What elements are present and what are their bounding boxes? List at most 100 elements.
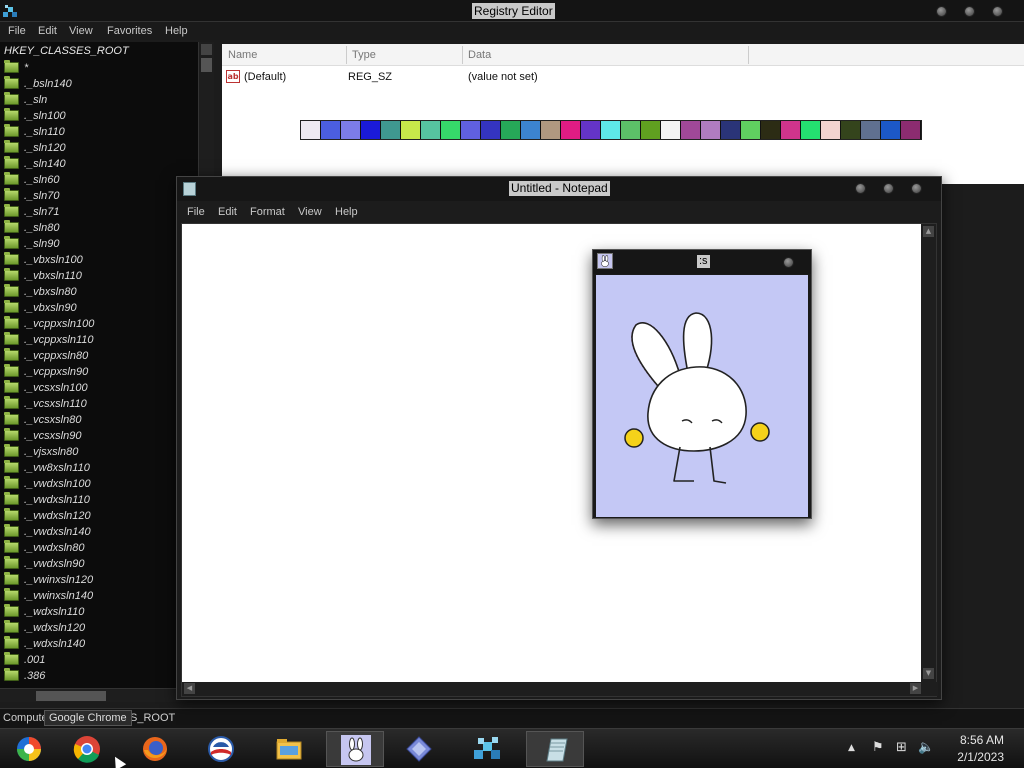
bunny-window-titlebar[interactable]: :s — [593, 250, 811, 274]
tree-item[interactable]: ._vcppxsln100 — [2, 316, 198, 332]
tree-item[interactable]: ._sln140 — [2, 156, 198, 172]
tree-item[interactable]: ._sln90 — [2, 236, 198, 252]
taskbar-button-bunny-app[interactable] — [326, 731, 384, 767]
taskbar-button-google-chrome[interactable] — [58, 731, 116, 767]
tree-item[interactable]: ._vbxsln90 — [2, 300, 198, 316]
tree-item[interactable]: ._sln71 — [2, 204, 198, 220]
menu-help[interactable]: Help — [165, 24, 188, 38]
registry-statusbar: Compute S_ROOT — [0, 708, 1024, 728]
tree-item[interactable]: ._vwdxsln140 — [2, 524, 198, 540]
menu-file[interactable]: File — [8, 24, 26, 38]
minimize-button[interactable] — [936, 6, 947, 17]
menu-view[interactable]: View — [298, 205, 322, 219]
column-data[interactable]: Data — [468, 49, 491, 61]
maximize-button[interactable] — [883, 183, 894, 194]
tree-item[interactable]: ._vcsxsln80 — [2, 412, 198, 428]
tree-item[interactable]: ._vwinxsln120 — [2, 572, 198, 588]
scroll-up-arrow-icon[interactable] — [201, 44, 212, 55]
close-button[interactable] — [911, 183, 922, 194]
clock-date[interactable]: 2/1/2023 — [957, 750, 1004, 764]
tree-item[interactable]: .386 — [2, 668, 198, 684]
taskbar-button-registry-editor[interactable] — [458, 731, 516, 767]
scrollbar-thumb[interactable] — [36, 691, 106, 701]
notepad-horizontal-scrollbar[interactable]: ◀ ▶ — [182, 682, 938, 696]
taskbar-button-firefox[interactable] — [126, 731, 184, 767]
notepad-text-area[interactable]: ▲ ▼ ◀ ▶ — [181, 223, 938, 697]
registry-values-pane[interactable]: Name Type Data ab (Default) REG_SZ (valu… — [222, 44, 1024, 184]
tree-item[interactable]: ._vw8xsln110 — [2, 460, 198, 476]
tree-item[interactable]: ._sln110 — [2, 124, 198, 140]
taskbar-button-campaign-logo[interactable] — [192, 731, 250, 767]
tree-item[interactable]: ._vcsxsln100 — [2, 380, 198, 396]
scroll-right-arrow-icon[interactable]: ▶ — [910, 683, 921, 694]
notepad-app-icon — [183, 182, 196, 196]
menu-file[interactable]: File — [187, 205, 205, 219]
clock-time[interactable]: 8:56 AM — [960, 733, 1004, 747]
menu-favorites[interactable]: Favorites — [107, 24, 152, 38]
tree-item[interactable]: ._vcppxsln90 — [2, 364, 198, 380]
notepad-vertical-scrollbar[interactable]: ▲ ▼ — [921, 224, 936, 682]
registry-editor-titlebar[interactable]: Registry Editor — [0, 0, 1024, 22]
tree-item[interactable]: * — [2, 60, 198, 76]
notepad-titlebar[interactable]: Untitled - Notepad — [177, 177, 941, 201]
tree-item[interactable]: ._vwinxsln140 — [2, 588, 198, 604]
tree-item[interactable]: ._wdxsln110 — [2, 604, 198, 620]
folder-icon — [4, 204, 19, 217]
menu-view[interactable]: View — [69, 24, 93, 38]
scroll-down-arrow-icon[interactable]: ▼ — [923, 668, 934, 679]
tree-item[interactable]: ._vbxsln100 — [2, 252, 198, 268]
color-swatch — [841, 121, 861, 139]
network-icon[interactable]: ⊞ — [896, 741, 910, 755]
scroll-up-arrow-icon[interactable]: ▲ — [923, 226, 934, 237]
tree-item[interactable]: ._vwdxsln100 — [2, 476, 198, 492]
tree-item[interactable]: ._vwdxsln120 — [2, 508, 198, 524]
tree-item[interactable]: ._vwdxsln110 — [2, 492, 198, 508]
menu-edit[interactable]: Edit — [218, 205, 237, 219]
value-name[interactable]: (Default) — [244, 71, 286, 83]
tree-item[interactable]: ._sln60 — [2, 172, 198, 188]
tree-item[interactable]: ._sln — [2, 92, 198, 108]
close-button[interactable] — [783, 257, 794, 268]
tree-root-hkey-classes-root[interactable]: HKEY_CLASSES_ROOT — [4, 45, 129, 57]
taskbar-button-diamond-app[interactable] — [390, 731, 448, 767]
tree-item-label: .386 — [24, 670, 46, 682]
action-center-flag-icon[interactable]: ⚑ — [872, 741, 886, 755]
tree-item[interactable]: ._vwdxsln80 — [2, 540, 198, 556]
menu-edit[interactable]: Edit — [38, 24, 57, 38]
tree-item[interactable]: ._wdxsln140 — [2, 636, 198, 652]
tree-item[interactable]: ._vcppxsln80 — [2, 348, 198, 364]
minimize-button[interactable] — [855, 183, 866, 194]
maximize-button[interactable] — [964, 6, 975, 17]
volume-icon[interactable]: 🔈 — [918, 741, 934, 755]
color-swatch — [821, 121, 841, 139]
close-button[interactable] — [992, 6, 1003, 17]
tree-item[interactable]: ._vcsxsln110 — [2, 396, 198, 412]
tree-item[interactable]: ._sln100 — [2, 108, 198, 124]
tree-item[interactable]: ._wdxsln120 — [2, 620, 198, 636]
show-hidden-icons-chevron-icon[interactable]: ▲ — [848, 741, 862, 755]
folder-icon — [4, 92, 19, 105]
tree-item[interactable]: ._bsln140 — [2, 76, 198, 92]
menu-help[interactable]: Help — [335, 205, 358, 219]
column-name[interactable]: Name — [228, 49, 257, 61]
tree-item[interactable]: ._vwdxsln90 — [2, 556, 198, 572]
color-swatch — [481, 121, 501, 139]
tree-item[interactable]: ._sln120 — [2, 140, 198, 156]
tree-item-label: ._vbxsln110 — [24, 270, 82, 282]
tree-item[interactable]: ._sln70 — [2, 188, 198, 204]
scrollbar-thumb[interactable] — [201, 58, 212, 72]
tree-item[interactable]: .001 — [2, 652, 198, 668]
taskbar-button-file-explorer[interactable] — [260, 731, 318, 767]
tree-item[interactable]: ._vcppxsln110 — [2, 332, 198, 348]
tree-item[interactable]: ._vbxsln110 — [2, 268, 198, 284]
scroll-left-arrow-icon[interactable]: ◀ — [184, 683, 195, 694]
tree-item[interactable]: ._vjsxsln80 — [2, 444, 198, 460]
taskbar-button-notepad[interactable] — [526, 731, 584, 767]
column-type[interactable]: Type — [352, 49, 376, 61]
taskbar-button-windows-media-center[interactable] — [0, 731, 58, 767]
tree-item[interactable]: ._vcsxsln90 — [2, 428, 198, 444]
tree-item[interactable]: ._sln80 — [2, 220, 198, 236]
menu-format[interactable]: Format — [250, 205, 285, 219]
folder-icon — [4, 428, 19, 441]
tree-item[interactable]: ._vbxsln80 — [2, 284, 198, 300]
